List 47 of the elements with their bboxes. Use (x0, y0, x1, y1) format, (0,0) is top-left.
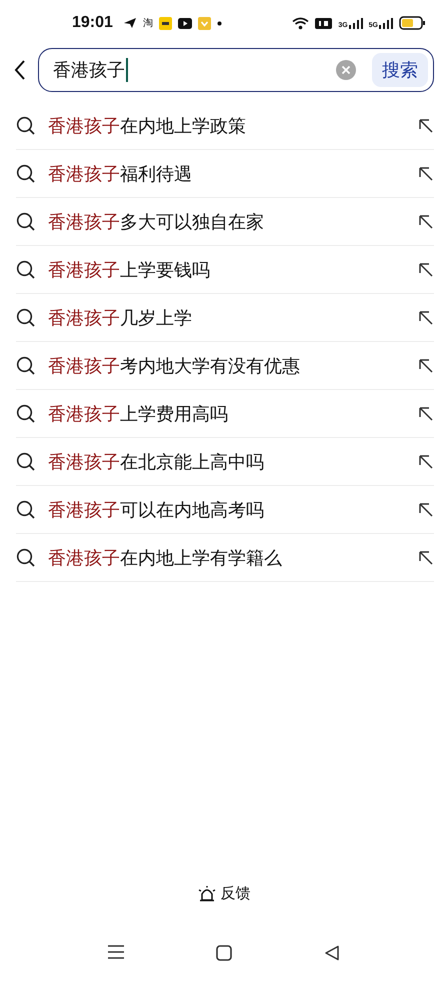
signal-icon (348, 18, 363, 28)
dot-icon (216, 20, 222, 26)
search-icon (16, 356, 36, 376)
search-icon (16, 164, 36, 184)
app-glyph: 淘 (142, 17, 153, 30)
search-icon (16, 500, 36, 520)
fill-arrow-icon[interactable] (418, 502, 434, 518)
search-icon (16, 116, 36, 136)
search-icon (16, 212, 36, 232)
suggestion-item[interactable]: 香港孩子上学要钱吗 (48, 258, 406, 282)
play-icon (178, 18, 192, 28)
fill-arrow-icon[interactable] (418, 166, 434, 182)
suggestion-item[interactable]: 香港孩子上学费用高吗 (48, 402, 406, 426)
feedback-button[interactable]: 反馈 (198, 884, 250, 903)
home-icon[interactable] (216, 945, 232, 961)
suggestion-item[interactable]: 香港孩子考内地大学有没有优惠 (48, 354, 406, 378)
search-icon (16, 452, 36, 472)
suggestion-item[interactable]: 香港孩子可以在内地高考吗 (48, 498, 406, 522)
search-button[interactable]: 搜索 (372, 53, 428, 87)
suggestion-item[interactable]: 香港孩子在北京能上高中吗 (48, 450, 406, 474)
suggestion-item[interactable]: 香港孩子多大可以独自在家 (48, 210, 406, 234)
suggestion-item[interactable]: 香港孩子几岁上学 (48, 306, 406, 330)
menu-icon[interactable] (108, 945, 124, 959)
suggestion-item[interactable]: 香港孩子福利待遇 (48, 162, 406, 186)
suggestion-item[interactable]: 香港孩子在内地上学政策 (48, 114, 406, 138)
search-icon (16, 308, 36, 328)
status-time: 19:01 (72, 14, 113, 32)
search-icon (16, 260, 36, 280)
search-icon (16, 404, 36, 424)
paper-plane-icon (122, 17, 137, 29)
search-icon (16, 548, 36, 568)
battery-icon (399, 16, 426, 30)
signal-icon (379, 18, 393, 28)
app-icon (158, 16, 172, 30)
suggestion-item[interactable]: 香港孩子在内地上学有学籍么 (48, 546, 406, 570)
fill-arrow-icon[interactable] (418, 358, 434, 374)
fill-arrow-icon[interactable] (418, 262, 434, 278)
fill-arrow-icon[interactable] (418, 406, 434, 422)
alarm-icon (198, 885, 216, 902)
back-icon[interactable] (324, 945, 340, 961)
fill-arrow-icon[interactable] (418, 550, 434, 566)
fill-arrow-icon[interactable] (418, 214, 434, 230)
wifi-icon (292, 16, 310, 30)
fill-arrow-icon[interactable] (418, 118, 434, 134)
fill-arrow-icon[interactable] (418, 310, 434, 326)
fill-arrow-icon[interactable] (418, 454, 434, 470)
search-field[interactable]: 香港孩子 搜索 (38, 48, 434, 92)
